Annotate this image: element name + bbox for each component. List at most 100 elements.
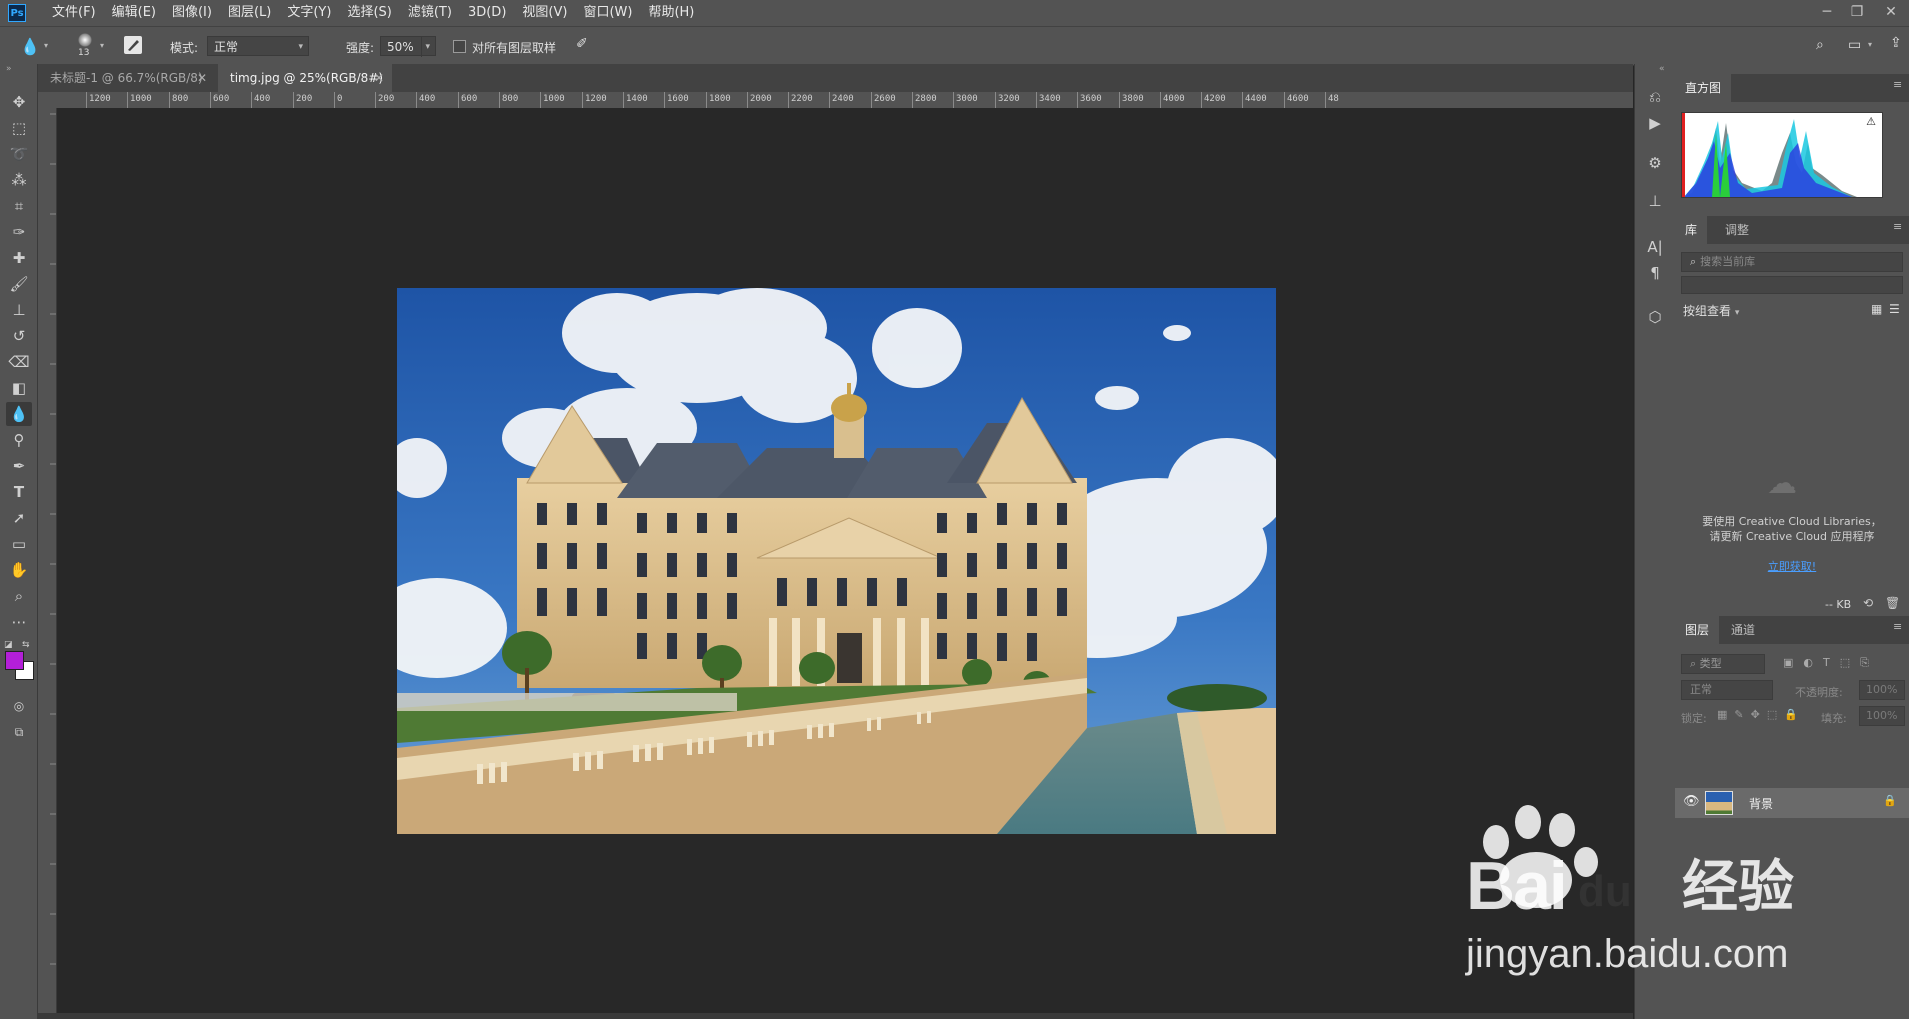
tab-libraries[interactable]: 库 xyxy=(1675,216,1708,244)
close-icon[interactable]: ✕ xyxy=(374,64,384,92)
sample-all-layers-checkbox[interactable] xyxy=(453,40,466,53)
tab-layers[interactable]: 图层 xyxy=(1675,616,1720,644)
menu-3d[interactable]: 3D(D) xyxy=(460,0,514,26)
document-image[interactable] xyxy=(397,288,1276,834)
blur-tool-preset-icon[interactable]: 💧 xyxy=(20,37,40,56)
magic-wand-tool-icon[interactable]: ⁂ xyxy=(6,168,32,192)
mode-select[interactable]: 正常 ▾ xyxy=(207,36,309,56)
chevron-down-icon: ▾ xyxy=(1734,308,1740,318)
list-view-icon[interactable]: ☰ xyxy=(1889,302,1900,316)
pressure-icon[interactable]: ✐ xyxy=(576,36,594,54)
properties-icon[interactable]: ⚙ xyxy=(1643,152,1667,174)
eraser-tool-icon[interactable]: ⌫ xyxy=(6,350,32,374)
foreground-color-swatch[interactable] xyxy=(5,651,24,670)
fill-input[interactable]: 100% xyxy=(1859,706,1905,726)
clone-source-icon[interactable]: ⊥ xyxy=(1643,190,1667,212)
tab-untitled-1[interactable]: 未标题-1 @ 66.7%(RGB/8) ✕ xyxy=(38,64,215,92)
paragraph-icon[interactable]: ¶ xyxy=(1643,262,1667,284)
swap-colors-icon[interactable]: ⇆ xyxy=(22,640,30,650)
blur-tool-icon[interactable]: 💧 xyxy=(6,402,32,426)
trash-icon[interactable]: 🗑 xyxy=(1885,596,1900,610)
photoshop-logo-icon[interactable]: Ps xyxy=(8,4,26,22)
menu-select[interactable]: 选择(S) xyxy=(339,0,399,26)
menu-file[interactable]: 文件(F) xyxy=(44,0,104,26)
menu-image[interactable]: 图像(I) xyxy=(164,0,220,26)
type-tool-icon[interactable]: T xyxy=(6,480,32,504)
default-colors-icon[interactable]: ◪ xyxy=(4,640,13,650)
close-icon[interactable]: ✕ xyxy=(197,64,207,92)
panel-menu-icon[interactable]: ≡ xyxy=(1893,79,1903,90)
blend-mode-select[interactable]: 正常 xyxy=(1681,680,1773,700)
panel-menu-icon[interactable]: ≡ xyxy=(1893,221,1903,232)
layer-name[interactable]: 背景 xyxy=(1749,795,1773,812)
layer-filter-select[interactable]: ⌕ 类型 xyxy=(1681,654,1765,674)
brush-panel-toggle-icon[interactable] xyxy=(124,36,142,54)
ruler-label: 4600 xyxy=(1287,94,1309,104)
share-icon[interactable]: ⇪ xyxy=(1890,35,1902,51)
marquee-tool-icon[interactable]: ⬚ xyxy=(6,116,32,140)
layer-filter-icons[interactable]: ▣◐T⬚⎘ xyxy=(1783,656,1879,670)
get-update-link[interactable]: 立即获取! xyxy=(1675,558,1909,574)
chevron-down-icon[interactable]: ▾ xyxy=(44,41,48,50)
eyedropper-tool-icon[interactable]: ✑ xyxy=(6,220,32,244)
library-select[interactable] xyxy=(1681,276,1903,294)
actions-play-icon[interactable]: ▶ xyxy=(1643,112,1667,134)
layer-row-background[interactable]: 👁 背景 🔒 xyxy=(1675,788,1909,818)
lock-options-icons[interactable]: ▦✎✥⬚🔒 xyxy=(1717,708,1805,721)
menu-edit[interactable]: 编辑(E) xyxy=(104,0,164,26)
brush-preview-icon[interactable] xyxy=(78,33,92,47)
path-selection-tool-icon[interactable]: ➚ xyxy=(6,506,32,530)
hand-tool-icon[interactable]: ✋ xyxy=(6,558,32,582)
3d-cube-icon[interactable]: ⬡ xyxy=(1643,306,1667,328)
minimize-icon[interactable]: ─ xyxy=(1812,0,1842,24)
grid-view-icon[interactable]: ▦ xyxy=(1871,302,1882,316)
chevron-down-icon[interactable]: ▾ xyxy=(1868,40,1872,49)
crop-tool-icon[interactable]: ⌗ xyxy=(6,194,32,218)
menu-window[interactable]: 窗口(W) xyxy=(575,0,640,26)
rectangle-tool-icon[interactable]: ▭ xyxy=(6,532,32,556)
zoom-tool-icon[interactable]: ⌕ xyxy=(6,584,32,608)
more-tools-icon[interactable]: ⋯ xyxy=(6,610,32,634)
menu-help[interactable]: 帮助(H) xyxy=(640,0,702,26)
healing-brush-tool-icon[interactable]: ✚ xyxy=(6,246,32,270)
brush-tool-icon[interactable]: 🖌 xyxy=(6,272,32,296)
search-icon[interactable]: ⌕ xyxy=(1816,37,1824,53)
opacity-input[interactable]: 100% xyxy=(1859,680,1905,700)
screen-mode-icon[interactable]: ⧉ xyxy=(6,720,32,744)
ruler-label: 3600 xyxy=(1080,94,1102,104)
menu-layer[interactable]: 图层(L) xyxy=(220,0,279,26)
expand-icon[interactable]: « xyxy=(1659,64,1665,74)
menu-type[interactable]: 文字(Y) xyxy=(279,0,339,26)
group-view-select[interactable]: 按组查看 ▾ xyxy=(1683,302,1739,319)
lock-icon[interactable]: 🔒 xyxy=(1883,794,1897,807)
chevron-down-icon[interactable]: ▾ xyxy=(100,41,104,50)
close-icon[interactable]: ✕ xyxy=(1876,0,1906,24)
workspace-icon[interactable]: ▭ xyxy=(1848,37,1861,53)
pen-tool-icon[interactable]: ✒ xyxy=(6,454,32,478)
tab-channels[interactable]: 通道 xyxy=(1721,616,1765,644)
panel-menu-icon[interactable]: ≡ xyxy=(1893,621,1903,632)
menu-filter[interactable]: 滤镜(T) xyxy=(400,0,460,26)
collapse-icon[interactable]: » xyxy=(6,64,12,74)
character-icon[interactable]: A| xyxy=(1643,236,1667,258)
sync-icon[interactable]: ⟲ xyxy=(1863,596,1873,610)
move-tool-icon[interactable]: ✥ xyxy=(6,90,32,114)
eye-visibility-icon[interactable]: 👁 xyxy=(1683,794,1700,809)
menu-view[interactable]: 视图(V) xyxy=(514,0,575,26)
strength-input[interactable]: 50% ▾ xyxy=(380,36,436,57)
ruler-tick xyxy=(912,92,913,108)
warning-icon[interactable]: ⚠ xyxy=(1866,115,1876,128)
gradient-tool-icon[interactable]: ◧ xyxy=(6,376,32,400)
dodge-tool-icon[interactable]: ⚲ xyxy=(6,428,32,452)
tab-histogram[interactable]: 直方图 xyxy=(1675,74,1732,102)
tab-timg-jpg[interactable]: timg.jpg @ 25%(RGB/8#) ✕ xyxy=(218,64,392,92)
restore-icon[interactable]: ❐ xyxy=(1842,0,1872,24)
quick-mask-icon[interactable]: ◎ xyxy=(6,694,32,718)
ruler-label: 1800 xyxy=(709,94,731,104)
library-search-input[interactable]: ⌕ 搜索当前库 xyxy=(1681,252,1903,272)
lasso-tool-icon[interactable]: ➰ xyxy=(6,142,32,166)
tab-adjustments[interactable]: 调整 xyxy=(1715,216,1759,244)
history-brush-tool-icon[interactable]: ↺ xyxy=(6,324,32,348)
history-icon[interactable]: ⎌ xyxy=(1643,86,1667,108)
clone-stamp-tool-icon[interactable]: ⊥ xyxy=(6,298,32,322)
